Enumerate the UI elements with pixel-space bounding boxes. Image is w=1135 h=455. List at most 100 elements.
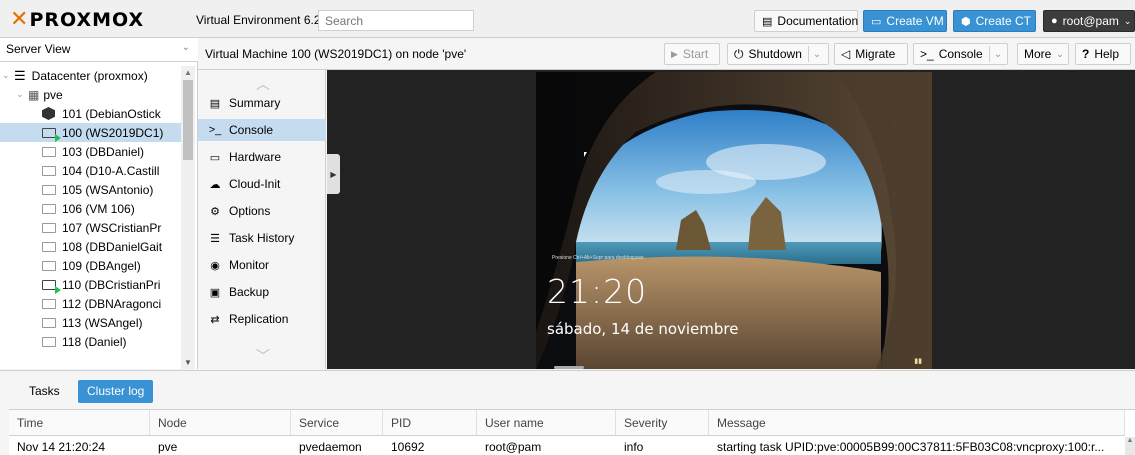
column-header-node[interactable]: Node — [150, 410, 291, 436]
tree-node-104[interactable]: 104 (D10-A.Castill — [0, 161, 181, 180]
user-menu-button[interactable]: ● root@pam ⌄ — [1043, 10, 1135, 32]
server-icon: ▦ — [28, 87, 40, 102]
help-button[interactable]: ? Help — [1075, 43, 1131, 65]
console-area[interactable]: ▶ Presione Ctrl+Alt+Supr para desbloquea… — [327, 70, 1135, 369]
tree-node-118[interactable]: 118 (Daniel) — [0, 332, 181, 351]
vm-icon — [42, 184, 56, 195]
scroll-down-icon[interactable]: ▼ — [184, 358, 192, 367]
product-version: Virtual Environment 6.2-11 — [196, 13, 337, 27]
tree-node-103[interactable]: 103 (DBDaniel) — [0, 142, 181, 161]
chevron-down-icon: ⌄ — [1123, 15, 1132, 26]
nav-task-history[interactable]: ☰ Task History — [198, 227, 326, 249]
proxmox-logo[interactable]: ✕ PROXMOX — [10, 7, 145, 32]
chevron-up-icon[interactable]: ︿ — [256, 74, 270, 94]
create-vm-button[interactable]: ▭ Create VM — [863, 10, 947, 32]
send-icon: ◁ — [841, 47, 851, 61]
vm-icon — [42, 222, 56, 233]
scroll-up-icon[interactable]: ▲ — [184, 68, 192, 77]
cell-node: pve — [158, 440, 178, 454]
cell-severity: info — [624, 440, 644, 454]
column-header-time[interactable]: Time — [9, 410, 150, 436]
column-header-pid[interactable]: PID — [383, 410, 477, 436]
nav-options[interactable]: ⚙ Options — [198, 200, 326, 222]
lockscreen-date: sábado, 14 de noviembre — [547, 320, 739, 338]
console-button[interactable]: >_ Console ⌄ — [913, 43, 1008, 65]
nav-cloud-init[interactable]: ☁ Cloud-Init — [198, 173, 326, 195]
brand-name: PROXMOX — [29, 9, 145, 31]
documentation-button[interactable]: ▤ Documentation — [754, 10, 858, 32]
resource-tree-panel: Server View ⌄ ⌄ ☰ Datacenter (proxmox) ⌄… — [0, 38, 198, 369]
desktop-icon: ▭ — [871, 15, 882, 28]
cell-user-name: root@pam — [485, 440, 542, 454]
chevron-down-icon[interactable]: ⌄ — [807, 46, 821, 62]
column-header-user-name[interactable]: User name — [477, 410, 616, 436]
tree-node-107[interactable]: 107 (WSCristianPr — [0, 218, 181, 237]
nav-console[interactable]: >_ Console — [198, 119, 326, 141]
monitor-icon: ▭ — [209, 151, 221, 164]
cluster-log-table: Time Node Service PID User name Severity… — [9, 409, 1135, 455]
search-input[interactable] — [318, 10, 474, 31]
chevron-down-icon[interactable]: ⌄ — [988, 46, 1002, 62]
more-button[interactable]: More ⌄ — [1017, 43, 1069, 65]
tree-node-101[interactable]: 101 (DebianOstick — [0, 104, 181, 123]
container-icon — [42, 107, 55, 120]
tree-node-110[interactable]: 110 (DBCristianPri — [0, 275, 181, 294]
column-header-message[interactable]: Message — [709, 410, 1125, 436]
migrate-button[interactable]: ◁ Migrate — [834, 43, 908, 65]
nav-backup[interactable]: ▣ Backup — [198, 281, 326, 303]
datacenter-icon: ☰ — [14, 67, 26, 83]
vm-config-nav: ︿ ▤ Summary >_ Console ▭ Hardware ☁ Clou… — [198, 70, 326, 369]
chevron-down-icon: ⌄ — [181, 42, 190, 53]
unlock-hint: Presione Ctrl+Alt+Supr para desbloquear. — [552, 255, 645, 261]
vm-running-icon — [42, 279, 61, 294]
nav-monitor[interactable]: ◉ Monitor — [198, 254, 326, 276]
column-header-severity[interactable]: Severity — [616, 410, 709, 436]
tree-node-datacenter[interactable]: ⌄ ☰ Datacenter (proxmox) — [0, 66, 181, 85]
start-button[interactable]: ▶ Start — [664, 43, 720, 65]
tree-node-105[interactable]: 105 (WSAntonio) — [0, 180, 181, 199]
nav-hardware[interactable]: ▭ Hardware — [198, 146, 326, 168]
vm-running-icon — [42, 127, 61, 142]
log-scrollbar[interactable]: ▲ — [1125, 437, 1135, 455]
vm-toolbar: Virtual Machine 100 (WS2019DC1) on node … — [198, 38, 1135, 70]
nav-summary[interactable]: ▤ Summary — [198, 92, 326, 114]
list-icon: ☰ — [210, 232, 220, 245]
tab-cluster-log[interactable]: Cluster log — [78, 380, 154, 403]
view-selector[interactable]: Server View ⌄ — [0, 38, 198, 62]
tab-tasks[interactable]: Tasks — [20, 380, 69, 403]
chevron-down-icon[interactable]: ﹀ — [256, 346, 270, 366]
resource-tree: ⌄ ☰ Datacenter (proxmox) ⌄ ▦ pve 101 (De… — [0, 66, 181, 369]
tree-node-109[interactable]: 109 (DBAngel) — [0, 256, 181, 275]
column-header-service[interactable]: Service — [291, 410, 383, 436]
help-icon: ? — [1082, 47, 1090, 61]
vm-console-screen[interactable]: Presione Ctrl+Alt+Supr para desbloquear.… — [536, 72, 932, 369]
log-panel: Tasks Cluster log Time Node Service PID … — [0, 370, 1135, 455]
create-ct-button[interactable]: ⬢ Create CT — [953, 10, 1036, 32]
terminal-icon: >_ — [208, 124, 222, 136]
novnc-control-tab[interactable] — [554, 366, 584, 369]
gear-icon: ⚙ — [210, 205, 220, 218]
tree-node-100[interactable]: 100 (WS2019DC1) — [0, 123, 181, 142]
expander-icon: ⌄ — [2, 70, 10, 80]
floppy-icon: ▣ — [209, 286, 221, 299]
cloud-icon: ☁ — [209, 178, 221, 191]
expander-icon: ⌄ — [16, 89, 24, 99]
tree-node-108[interactable]: 108 (DBDanielGait — [0, 237, 181, 256]
book-icon: ▤ — [762, 15, 773, 28]
nav-replication[interactable]: ⇄ Replication — [198, 308, 326, 330]
tree-scrollbar[interactable]: ▲ ▼ — [181, 66, 195, 369]
proxmox-x-icon: ✕ — [10, 7, 29, 32]
tree-node-106[interactable]: 106 (VM 106) — [0, 199, 181, 218]
vm-icon — [42, 203, 56, 214]
vm-icon — [42, 260, 56, 271]
tree-node-pve[interactable]: ⌄ ▦ pve — [0, 85, 181, 104]
tree-node-112[interactable]: 112 (DBNAragonci — [0, 294, 181, 313]
shutdown-button[interactable]: ⏻ Shutdown ⌄ — [727, 43, 829, 65]
scrollbar-thumb[interactable] — [183, 80, 193, 160]
terminal-icon: >_ — [920, 47, 934, 61]
sidebar-collapse-handle[interactable]: ▶ — [327, 154, 340, 194]
tree-node-113[interactable]: 113 (WSAngel) — [0, 313, 181, 332]
cell-pid: 10692 — [391, 440, 425, 454]
cell-time: Nov 14 21:20:24 — [17, 440, 106, 454]
book-icon: ▤ — [209, 97, 221, 110]
